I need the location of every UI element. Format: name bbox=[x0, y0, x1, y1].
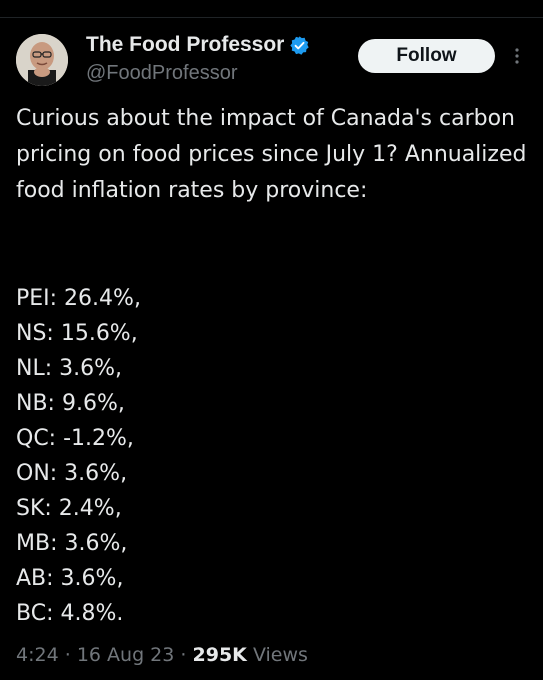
display-name[interactable]: The Food Professor bbox=[86, 33, 284, 57]
author-block: The Food Professor @FoodProfessor bbox=[86, 30, 310, 85]
more-options-icon[interactable] bbox=[508, 44, 526, 68]
handle[interactable]: @FoodProfessor bbox=[86, 62, 310, 85]
views-label: Views bbox=[252, 644, 308, 666]
tweet-time[interactable]: 4:24 bbox=[16, 644, 59, 666]
avatar-image bbox=[16, 34, 68, 86]
tweet-text: Curious about the impact of Canada's car… bbox=[16, 106, 534, 203]
list-item: NS: 15.6%, bbox=[16, 321, 138, 346]
list-item: ON: 3.6%, bbox=[16, 461, 128, 486]
avatar[interactable] bbox=[16, 34, 68, 86]
list-item: BC: 4.8%. bbox=[16, 601, 124, 626]
display-name-row: The Food Professor bbox=[86, 30, 310, 60]
verified-badge-icon bbox=[289, 35, 310, 56]
list-item: AB: 3.6%, bbox=[16, 566, 124, 591]
follow-button[interactable]: Follow bbox=[358, 39, 495, 73]
tweet-meta: 4:24 · 16 Aug 23 · 295K Views bbox=[16, 644, 308, 666]
meta-separator: · bbox=[180, 644, 193, 666]
meta-separator: · bbox=[64, 644, 77, 666]
list-item: MB: 3.6%, bbox=[16, 531, 128, 556]
top-divider bbox=[0, 0, 543, 18]
list-item: NB: 9.6%, bbox=[16, 391, 125, 416]
tweet-date[interactable]: 16 Aug 23 bbox=[77, 644, 175, 666]
list-item: PEI: 26.4%, bbox=[16, 286, 141, 311]
list-item: NL: 3.6%, bbox=[16, 356, 123, 381]
list-item: SK: 2.4%, bbox=[16, 496, 122, 521]
views-count: 295K bbox=[192, 644, 247, 666]
list-item: QC: -1.2%, bbox=[16, 426, 134, 451]
tweet-header: The Food Professor @FoodProfessor Follow bbox=[16, 30, 527, 92]
province-inflation-list: PEI: 26.4%, NS: 15.6%, NL: 3.6%, NB: 9.6… bbox=[16, 281, 141, 631]
